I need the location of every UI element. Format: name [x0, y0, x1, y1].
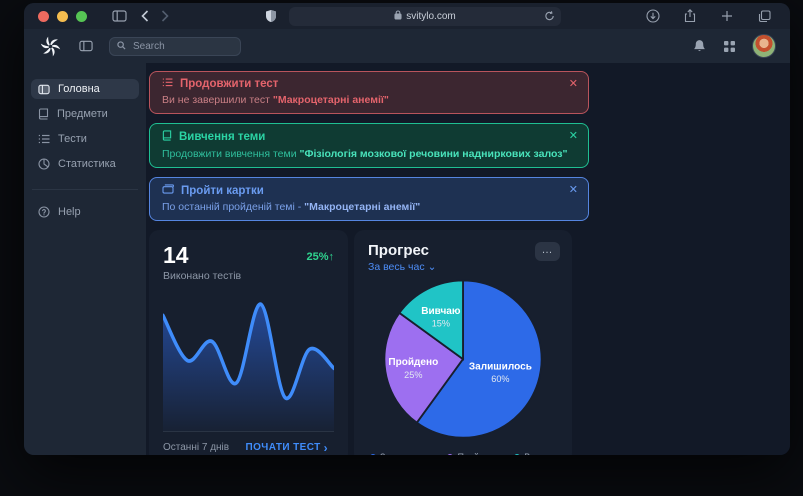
url-text: svitylo.com	[406, 10, 456, 22]
pie-chart-icon	[38, 158, 50, 170]
svg-text:60%: 60%	[491, 374, 509, 384]
book-icon	[162, 130, 172, 144]
app-logo-icon[interactable]	[40, 36, 61, 57]
alert-title: Вивчення теми	[179, 131, 266, 143]
notifications-bell-icon[interactable]	[688, 35, 710, 57]
alert-highlight: "Макроцетарні анемії"	[304, 201, 421, 213]
app-header	[24, 29, 790, 63]
tests-subtitle: Виконано тестів	[163, 270, 242, 282]
alert-title: Продовжити тест	[180, 78, 279, 90]
chevron-down-icon: ⌄	[427, 261, 437, 273]
legend-item: Залишилось	[369, 452, 432, 455]
close-window-button[interactable]	[38, 10, 49, 22]
sidebar-item-label: Головна	[58, 83, 100, 95]
tab-overview-icon[interactable]	[754, 6, 774, 26]
browser-sidebar-icon[interactable]	[109, 6, 129, 26]
minimize-window-button[interactable]	[57, 10, 68, 22]
test-list-icon	[162, 78, 173, 90]
search-icon	[117, 37, 126, 55]
cards-icon	[162, 184, 174, 197]
alert-text: По останній пройденій темі -	[162, 201, 305, 213]
lock-icon	[394, 9, 402, 23]
sidebar-item-help[interactable]: Help	[31, 202, 139, 222]
svg-text:Залишилось: Залишилось	[469, 361, 532, 372]
pie-chart: Залишилось 60% Пройдено 25% Вивчаю 15%	[383, 279, 543, 439]
area-path	[163, 304, 334, 431]
user-avatar[interactable]	[752, 34, 776, 58]
svg-text:Вивчаю: Вивчаю	[421, 306, 461, 317]
alert-continue-test[interactable]: Продовжити тест Ви не завершили тест "Ма…	[149, 71, 589, 114]
search-input[interactable]	[131, 39, 233, 53]
pie-legend: Залишилось Пройдено Вивчаю	[368, 445, 558, 455]
tests-line-chart	[163, 302, 334, 431]
privacy-shield-icon[interactable]	[261, 6, 281, 26]
browser-titlebar: svitylo.com	[24, 3, 790, 29]
close-icon[interactable]: ✕	[569, 79, 578, 90]
collapse-sidebar-icon[interactable]	[75, 35, 97, 57]
alert-highlight: "Макроцетарні анемії"	[272, 94, 389, 106]
dashboard-icon	[38, 84, 50, 95]
sidebar-divider	[32, 189, 138, 190]
progress-card: Прогрес За весь час ⌄ … Залишилось 60% Прой…	[354, 230, 572, 455]
legend-item: Вивчаю	[514, 452, 556, 455]
time-filter-dropdown[interactable]: За весь час ⌄	[368, 261, 558, 273]
new-tab-icon[interactable]	[717, 6, 737, 26]
chevron-right-icon: ›	[323, 440, 328, 455]
tests-card: 14 25%↑ Виконано тестів Останні 7 днів П…	[149, 230, 348, 455]
arrow-up-icon: ↑	[328, 251, 335, 263]
sidebar-item-tests[interactable]: Тести	[31, 129, 139, 149]
search-box[interactable]	[109, 36, 241, 56]
back-icon[interactable]	[135, 6, 155, 26]
start-test-button[interactable]: ПОЧАТИ ТЕСТ ›	[240, 440, 334, 456]
svg-text:15%: 15%	[432, 319, 450, 329]
sidebar-item-label: Тести	[58, 133, 87, 145]
alert-text: Ви не завершили тест	[162, 94, 273, 106]
sidebar-item-home[interactable]: Головна	[31, 79, 139, 99]
zoom-window-button[interactable]	[76, 10, 87, 22]
alert-title: Пройти картки	[181, 184, 264, 197]
more-options-button[interactable]: …	[535, 242, 560, 261]
sidebar-item-subjects[interactable]: Предмети	[31, 104, 139, 124]
svg-text:25%: 25%	[404, 370, 422, 380]
sidebar-item-label: Предмети	[57, 108, 108, 120]
alert-flashcards[interactable]: Пройти картки По останній пройденій темі…	[149, 177, 589, 221]
close-icon[interactable]: ✕	[569, 185, 578, 196]
legend-item: Пройдено	[447, 452, 499, 455]
alert-text: Продовжити вивчення теми	[162, 148, 300, 160]
sidebar: Головна Предмети Тести Статистика Help	[24, 63, 146, 455]
help-icon	[38, 206, 50, 218]
tests-change-badge: 25%↑	[306, 251, 334, 263]
alert-study-topic[interactable]: Вивчення теми Продовжити вивчення теми "…	[149, 123, 589, 168]
close-icon[interactable]: ✕	[569, 131, 578, 142]
book-icon	[38, 108, 49, 120]
alert-highlight: "Фізіологія мозкової речовини надниркови…	[299, 148, 568, 160]
list-icon	[38, 134, 50, 144]
window-controls	[38, 10, 87, 22]
forward-icon[interactable]	[155, 6, 175, 26]
apps-grid-icon[interactable]	[718, 35, 740, 57]
sidebar-item-statistics[interactable]: Статистика	[31, 154, 139, 174]
share-icon[interactable]	[680, 6, 700, 26]
progress-title: Прогрес	[368, 242, 430, 259]
sidebar-item-label: Статистика	[58, 158, 116, 170]
sidebar-item-label: Help	[58, 206, 81, 218]
browser-window: svitylo.com Search Головна Предмети Тест…	[24, 3, 790, 455]
address-bar[interactable]: svitylo.com	[289, 6, 561, 26]
downloads-icon[interactable]	[643, 6, 663, 26]
tests-count: 14	[163, 242, 189, 268]
svg-text:Пройдено: Пройдено	[388, 357, 438, 368]
reload-icon[interactable]	[544, 10, 555, 25]
tests-period: Останні 7 днів	[163, 442, 230, 453]
main-content: Продовжити тест Ви не завершили тест "Ма…	[146, 63, 790, 455]
